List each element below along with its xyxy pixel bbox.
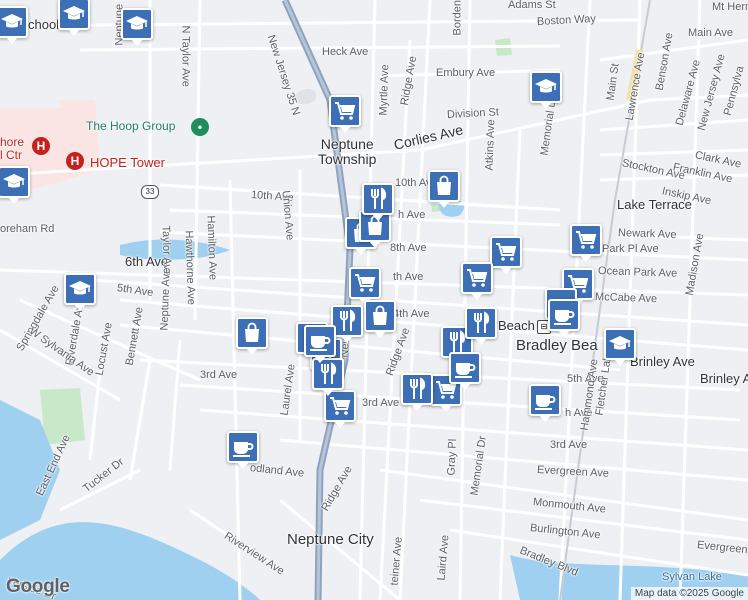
park-poi-icon[interactable]: • — [191, 118, 209, 136]
street-label: Borden Ave — [451, 0, 464, 36]
shopping-icon — [432, 174, 456, 198]
cafe-icon — [308, 329, 332, 353]
school-icon — [68, 277, 92, 301]
street-label: Mt Herm — [712, 1, 748, 13]
restaurant-pin[interactable] — [465, 307, 497, 345]
street-label: h Ave — [398, 209, 426, 221]
grocery-icon — [494, 240, 518, 264]
place-label: The Hoop Group — [86, 119, 176, 133]
restaurant-icon — [316, 362, 340, 386]
street-label: Myrtle Ave — [377, 64, 392, 116]
street-label: Hawthorne Ave — [182, 230, 198, 306]
grocery-pin[interactable] — [329, 95, 361, 133]
restaurant-icon — [335, 309, 359, 333]
cafe-icon — [533, 388, 557, 412]
shopping-pin[interactable] — [236, 317, 268, 355]
street-label: Park Pl Ave — [602, 243, 659, 255]
grocery-icon — [465, 266, 489, 290]
grocery-icon — [574, 228, 598, 252]
shopping-pin[interactable] — [428, 170, 460, 208]
cafe-icon — [231, 435, 255, 459]
street-label: Heck Ave — [322, 46, 369, 58]
hospital-icon[interactable]: H — [66, 152, 84, 170]
map-canvas[interactable]: Adams St Boston Way Heck Ave Embury Ave … — [0, 0, 748, 600]
place-label: Neptune City — [287, 531, 374, 548]
street-label: Embury Ave — [436, 67, 496, 79]
cafe-icon — [552, 303, 576, 327]
school-pin[interactable] — [121, 8, 153, 46]
street-label: N Taylor Ave — [179, 25, 192, 87]
street-label: Hamilton Ave — [204, 215, 219, 281]
school-icon — [534, 75, 558, 99]
street-label: 4th Ave — [393, 308, 430, 320]
school-icon — [62, 2, 86, 26]
grocery-pin[interactable] — [570, 224, 602, 262]
street-label: McCabe Ave — [594, 291, 658, 306]
shopping-pin[interactable] — [364, 300, 396, 338]
street-label: 8th Ave — [390, 242, 427, 254]
street-label: Brinley Ave — [630, 354, 695, 369]
cafe-pin[interactable] — [529, 384, 561, 422]
school-pin[interactable] — [0, 6, 28, 44]
restaurant-pin[interactable] — [362, 183, 394, 221]
grocery-icon — [333, 99, 357, 123]
street-label: Adams St — [508, 0, 556, 11]
school-pin[interactable] — [58, 0, 90, 36]
route-33-shield: 33 — [141, 185, 159, 199]
grocery-pin[interactable] — [349, 267, 381, 305]
grocery-icon — [353, 271, 377, 295]
cafe-pin[interactable] — [548, 299, 580, 337]
school-icon — [608, 332, 632, 356]
street-label: Newark Ave — [617, 227, 677, 242]
place-label: HOPE Tower — [90, 155, 165, 170]
cafe-pin[interactable] — [227, 431, 259, 469]
shopping-icon — [368, 304, 392, 328]
grocery-icon — [328, 394, 352, 418]
street-label: 3rd Ave — [362, 397, 400, 409]
place-label: chool — [28, 17, 60, 32]
grocery-pin[interactable] — [461, 262, 493, 300]
street-label: Lake Terrace — [617, 197, 692, 212]
place-label: hore l Ctr — [0, 135, 25, 162]
street-label: Brinley Ave — [700, 371, 748, 386]
school-icon — [125, 12, 149, 36]
map-attribution[interactable]: Map data ©2025 Google — [630, 587, 748, 600]
school-pin[interactable] — [530, 71, 562, 109]
street-label: th Ave — [393, 271, 424, 283]
cafe-icon — [453, 356, 477, 380]
restaurant-icon — [469, 311, 493, 335]
hospital-icon[interactable]: H — [32, 137, 50, 155]
school-pin[interactable] — [604, 328, 636, 366]
restaurant-icon — [366, 187, 390, 211]
school-icon — [0, 10, 24, 34]
street-label: Gray Pl — [445, 438, 459, 476]
street-label: 3rd Ave — [550, 439, 588, 451]
street-label: Atkins Ave — [483, 119, 498, 171]
restaurant-pin[interactable] — [401, 373, 433, 411]
street-label: oreham Rd — [0, 223, 55, 235]
place-label: Neptune Township — [318, 136, 377, 167]
street-label: Neptune Ave — [158, 267, 173, 331]
cafe-pin[interactable] — [449, 352, 481, 390]
cafe-pin[interactable] — [304, 325, 336, 363]
restaurant-icon — [405, 377, 429, 401]
street-label: 3rd Ave — [200, 369, 238, 381]
school-icon — [2, 170, 26, 194]
school-pin[interactable] — [0, 166, 30, 204]
street-label: Main Ave — [688, 27, 734, 39]
place-label: Sylvan Lake — [662, 571, 722, 583]
school-pin[interactable] — [64, 273, 96, 311]
google-logo: Google — [6, 576, 70, 597]
shopping-icon — [240, 321, 264, 345]
grocery-pin[interactable] — [490, 236, 522, 274]
place-label: Beach — [498, 318, 535, 333]
place-label: Bradley Bea — [516, 337, 598, 354]
